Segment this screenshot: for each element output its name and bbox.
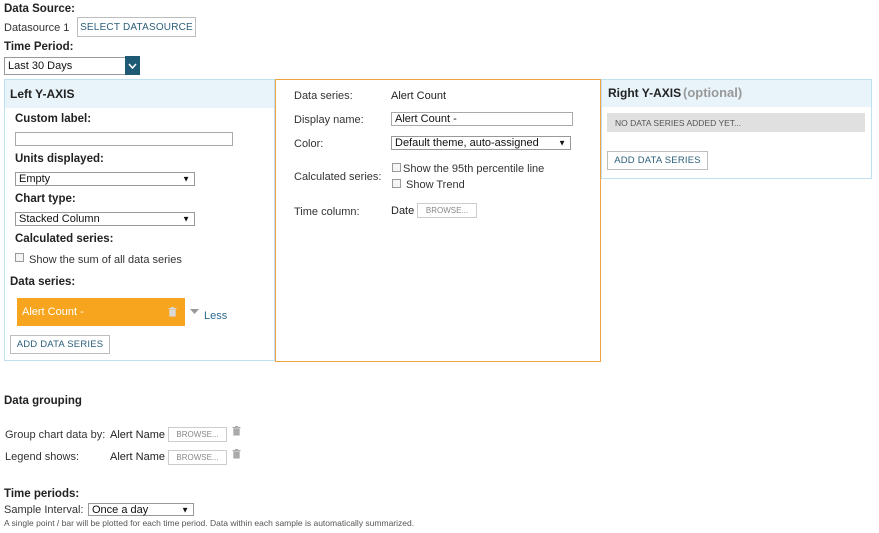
less-link[interactable]: Less xyxy=(204,310,227,322)
caret-down-icon: ▼ xyxy=(181,505,189,514)
display-name-label: Display name: xyxy=(294,114,364,126)
right-axis-empty-message: NO DATA SERIES ADDED YET... xyxy=(607,113,865,132)
trash-icon[interactable] xyxy=(232,449,241,459)
sum-series-option: Show the sum of all data series xyxy=(29,254,182,266)
detail-calculated-label: Calculated series: xyxy=(294,171,382,183)
trend-option: Show Trend xyxy=(406,179,465,191)
detail-data-series-value: Alert Count xyxy=(391,90,447,102)
data-series-label: Data series: xyxy=(10,276,76,288)
color-selected: Default theme, auto-assigned xyxy=(395,137,539,149)
time-period-dropdown-button[interactable] xyxy=(125,56,140,75)
caret-down-icon: ▼ xyxy=(558,138,566,148)
percentile-checkbox[interactable] xyxy=(392,163,401,172)
display-name-input[interactable]: Alert Count - xyxy=(391,112,573,126)
sample-interval-label: Sample Interval: xyxy=(4,504,84,516)
time-period-select[interactable]: Last 30 Days xyxy=(4,57,126,75)
time-column-value: Date xyxy=(391,205,415,217)
datasource-value: Datasource 1 xyxy=(4,22,70,34)
caret-down-icon: ▼ xyxy=(182,214,190,224)
time-column-label: Time column: xyxy=(294,206,360,218)
time-periods-title: Time periods: xyxy=(4,488,80,500)
custom-label-input[interactable] xyxy=(15,132,233,146)
units-selected: Empty xyxy=(19,173,51,185)
chevron-down-icon xyxy=(128,63,137,69)
series-tab-alert-count[interactable]: Alert Count - xyxy=(17,298,185,326)
add-data-series-left-button[interactable]: ADD DATA SERIES xyxy=(10,335,110,354)
time-periods-note: A single point / bar will be plotted for… xyxy=(4,518,415,528)
sample-interval-select[interactable]: Once a day ▼ xyxy=(88,503,194,516)
chart-type-selected: Stacked Column xyxy=(19,213,100,225)
color-select[interactable]: Default theme, auto-assigned ▼ xyxy=(391,136,571,150)
legend-shows-value: Alert Name xyxy=(110,451,166,463)
calculated-series-label: Calculated series: xyxy=(15,233,114,245)
units-label: Units displayed: xyxy=(15,153,104,165)
detail-data-series-label: Data series: xyxy=(294,90,353,102)
series-tab-label: Alert Count - xyxy=(22,306,84,318)
group-by-label: Group chart data by: xyxy=(5,429,106,441)
legend-browse-button[interactable]: BROWSE... xyxy=(168,450,227,465)
trash-icon[interactable] xyxy=(232,426,241,436)
group-by-value: Alert Name xyxy=(110,429,166,441)
time-period-label: Time Period: xyxy=(4,41,74,53)
chart-type-select[interactable]: Stacked Column ▼ xyxy=(15,212,195,226)
add-data-series-right-button[interactable]: ADD DATA SERIES xyxy=(607,151,708,170)
chart-type-label: Chart type: xyxy=(15,193,76,205)
caret-down-icon[interactable] xyxy=(190,309,199,315)
sample-interval-selected: Once a day xyxy=(92,503,149,516)
percentile-option: Show the 95th percentile line xyxy=(403,163,545,175)
trash-icon[interactable] xyxy=(168,307,177,317)
sum-series-checkbox[interactable] xyxy=(15,253,24,262)
datasource-label: Data Source: xyxy=(4,3,75,15)
caret-down-icon: ▼ xyxy=(182,174,190,184)
left-axis-title: Left Y-AXIS xyxy=(10,87,75,101)
legend-shows-label: Legend shows: xyxy=(5,451,79,463)
time-column-browse-button[interactable]: BROWSE... xyxy=(417,203,477,218)
time-period-selected: Last 30 Days xyxy=(8,60,73,72)
color-label: Color: xyxy=(294,138,324,150)
data-grouping-title: Data grouping xyxy=(4,395,82,407)
right-axis-optional: (optional) xyxy=(683,85,743,100)
trend-checkbox[interactable] xyxy=(392,179,401,188)
group-by-browse-button[interactable]: BROWSE... xyxy=(168,427,227,442)
select-datasource-button[interactable]: SELECT DATASOURCE xyxy=(77,17,196,37)
right-axis-title: Right Y-AXIS xyxy=(608,86,682,100)
units-select[interactable]: Empty ▼ xyxy=(15,172,195,186)
custom-label-label: Custom label: xyxy=(15,113,92,125)
